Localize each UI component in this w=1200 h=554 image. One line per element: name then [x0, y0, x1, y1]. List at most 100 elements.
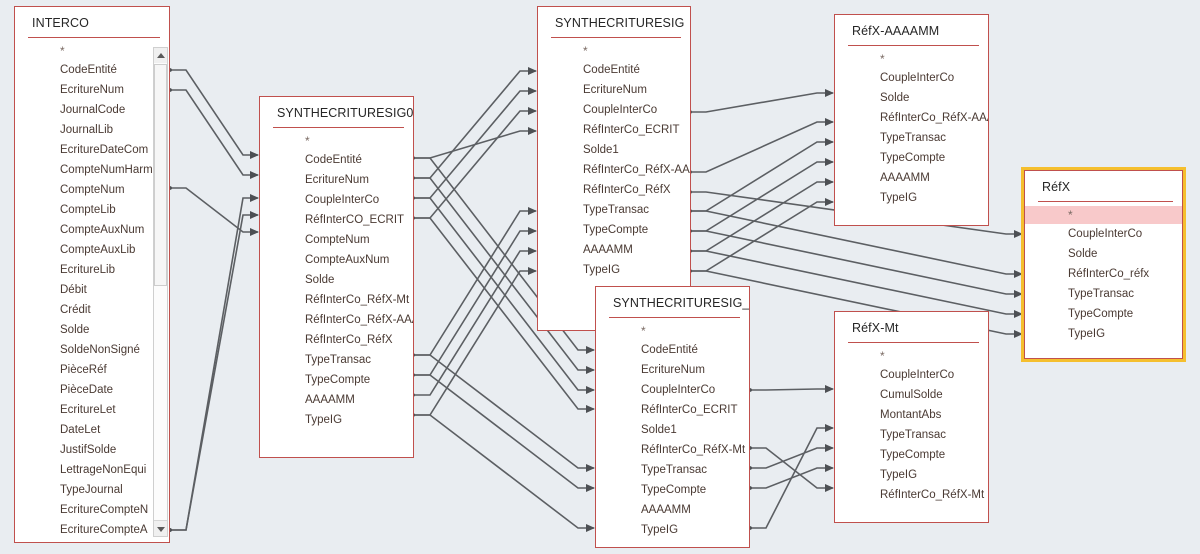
field-item[interactable]: CumulSolde: [835, 385, 988, 405]
field-item[interactable]: CompteLib: [15, 200, 169, 220]
vertical-scrollbar[interactable]: [153, 47, 168, 537]
field-item[interactable]: CodeEntité: [260, 150, 413, 170]
field-list-refx-mt[interactable]: * CoupleInterCo CumulSolde MontantAbs Ty…: [835, 343, 988, 505]
field-item[interactable]: RéfInterCo_ECRIT: [596, 400, 749, 420]
field-item[interactable]: EcritureLib: [15, 260, 169, 280]
field-item[interactable]: Solde: [1025, 244, 1182, 264]
field-star[interactable]: *: [15, 42, 169, 60]
field-item[interactable]: CoupleInterCo: [835, 365, 988, 385]
field-item[interactable]: EcritureNum: [538, 80, 690, 100]
field-item[interactable]: CompteNumHarm: [15, 160, 169, 180]
table-refx[interactable]: RéfX * CoupleInterCo Solde RéfInterCo_ré…: [1021, 167, 1186, 362]
field-star[interactable]: *: [596, 322, 749, 340]
field-item[interactable]: AAAAMM: [835, 168, 988, 188]
field-item[interactable]: EcritureNum: [596, 360, 749, 380]
field-item[interactable]: CoupleInterCo: [596, 380, 749, 400]
field-item[interactable]: EcritureNum: [15, 80, 169, 100]
field-item[interactable]: Solde1: [538, 140, 690, 160]
field-item[interactable]: CompteAuxNum: [15, 220, 169, 240]
field-item[interactable]: CoupleInterCo: [260, 190, 413, 210]
field-item[interactable]: MontantAbs: [835, 405, 988, 425]
field-star[interactable]: *: [835, 347, 988, 365]
field-item[interactable]: TypeTransac: [538, 200, 690, 220]
field-list-synthecrituresig[interactable]: * CodeEntité EcritureNum CoupleInterCo R…: [538, 38, 690, 280]
field-item[interactable]: CoupleInterCo: [538, 100, 690, 120]
field-item[interactable]: TypeCompte: [835, 148, 988, 168]
field-item[interactable]: JustifSolde: [15, 440, 169, 460]
field-item[interactable]: RéfInterCo_réfx: [1025, 264, 1182, 284]
field-item[interactable]: DateLet: [15, 420, 169, 440]
field-item[interactable]: RéfInterCo_ECRIT: [538, 120, 690, 140]
field-item[interactable]: EcritureNum: [260, 170, 413, 190]
field-item[interactable]: TypeIG: [596, 520, 749, 540]
field-item[interactable]: Solde: [260, 270, 413, 290]
table-refx-mt[interactable]: RéfX-Mt * CoupleInterCo CumulSolde Monta…: [834, 311, 989, 523]
scrollbar-thumb[interactable]: [154, 64, 167, 286]
field-star[interactable]: *: [260, 132, 413, 150]
field-item[interactable]: TypeIG: [835, 465, 988, 485]
field-item[interactable]: CoupleInterCo: [835, 68, 988, 88]
field-item[interactable]: RéfInterCo_RéfX: [260, 330, 413, 350]
field-item[interactable]: TypeCompte: [260, 370, 413, 390]
field-item[interactable]: JournalCode: [15, 100, 169, 120]
field-item[interactable]: EcritureCompteA: [15, 520, 169, 540]
field-item[interactable]: TypeTransac: [1025, 284, 1182, 304]
table-synthecrituresig-r[interactable]: SYNTHECRITURESIG_R... * CodeEntité Ecrit…: [595, 286, 750, 548]
query-designer-canvas[interactable]: INTERCO * CodeEntité EcritureNum Journal…: [0, 0, 1200, 554]
field-item[interactable]: TypeCompte: [538, 220, 690, 240]
field-item[interactable]: TypeIG: [260, 410, 413, 430]
table-synthecrituresig[interactable]: SYNTHECRITURESIG * CodeEntité EcritureNu…: [537, 6, 691, 331]
scroll-up-button[interactable]: [154, 48, 167, 64]
field-item[interactable]: RéfInterCo_RéfX-Mt: [260, 290, 413, 310]
field-item[interactable]: CoupleInterCo: [1025, 224, 1182, 244]
field-star[interactable]: *: [1025, 206, 1182, 224]
field-item[interactable]: Crédit: [15, 300, 169, 320]
field-item[interactable]: RéfInterCo_RéfX-AAA: [538, 160, 690, 180]
field-item[interactable]: RéfInterCo_RéfX-Mt: [596, 440, 749, 460]
field-item[interactable]: SoldeNonSigné: [15, 340, 169, 360]
field-list-synthecrituresig-r[interactable]: * CodeEntité EcritureNum CoupleInterCo R…: [596, 318, 749, 540]
field-item[interactable]: JournalLib: [15, 120, 169, 140]
field-item[interactable]: PièceDate: [15, 380, 169, 400]
field-list-refx[interactable]: * CoupleInterCo Solde RéfInterCo_réfx Ty…: [1025, 202, 1182, 344]
field-list-refx-aaaamm[interactable]: * CoupleInterCo Solde RéfInterCo_RéfX-AA…: [835, 46, 988, 208]
field-item[interactable]: TypeCompte: [835, 445, 988, 465]
table-refx-aaaamm[interactable]: RéfX-AAAAMM * CoupleInterCo Solde RéfInt…: [834, 14, 989, 226]
field-item[interactable]: AAAAMM: [596, 500, 749, 520]
field-item[interactable]: RéfInterCo_RéfX-AAA: [260, 310, 413, 330]
field-item[interactable]: Solde1: [596, 420, 749, 440]
field-item[interactable]: TypeTransac: [596, 460, 749, 480]
field-item[interactable]: CodeEntité: [538, 60, 690, 80]
field-item[interactable]: TypeIG: [1025, 324, 1182, 344]
scroll-down-button[interactable]: [154, 520, 167, 536]
field-item[interactable]: CompteNum: [260, 230, 413, 250]
field-item[interactable]: CompteAuxNum: [260, 250, 413, 270]
field-item[interactable]: TypeCompte: [596, 480, 749, 500]
field-item[interactable]: AAAAMM: [260, 390, 413, 410]
field-item[interactable]: TypeCompte: [1025, 304, 1182, 324]
field-item[interactable]: RéfInterCo_RéfX-AAA: [835, 108, 988, 128]
field-item[interactable]: TypeTransac: [835, 128, 988, 148]
table-interco[interactable]: INTERCO * CodeEntité EcritureNum Journal…: [14, 6, 170, 543]
field-item[interactable]: EcritureCompteN: [15, 500, 169, 520]
field-item[interactable]: TypeIG: [835, 188, 988, 208]
field-item[interactable]: CodeEntité: [15, 60, 169, 80]
field-list-synthecrituresig0[interactable]: * CodeEntité EcritureNum CoupleInterCo R…: [260, 128, 413, 430]
field-item[interactable]: Solde: [15, 320, 169, 340]
field-item[interactable]: RéfInterCo_RéfX-Mt: [835, 485, 988, 505]
field-star[interactable]: *: [538, 42, 690, 60]
field-item[interactable]: AAAAMM: [538, 240, 690, 260]
field-item[interactable]: Solde: [835, 88, 988, 108]
field-item[interactable]: TypeJournal: [15, 480, 169, 500]
field-star[interactable]: *: [835, 50, 988, 68]
field-item[interactable]: TypeIG: [538, 260, 690, 280]
field-list-interco[interactable]: * CodeEntité EcritureNum JournalCode Jou…: [15, 38, 169, 540]
field-item[interactable]: Débit: [15, 280, 169, 300]
field-item[interactable]: EcritureLet: [15, 400, 169, 420]
field-item[interactable]: TypeTransac: [260, 350, 413, 370]
field-item[interactable]: RéfInterCo_RéfX: [538, 180, 690, 200]
field-item[interactable]: EcritureDateCom: [15, 140, 169, 160]
field-item[interactable]: RéfInterCO_ECRIT: [260, 210, 413, 230]
field-item[interactable]: PièceRéf: [15, 360, 169, 380]
field-item[interactable]: TypeTransac: [835, 425, 988, 445]
